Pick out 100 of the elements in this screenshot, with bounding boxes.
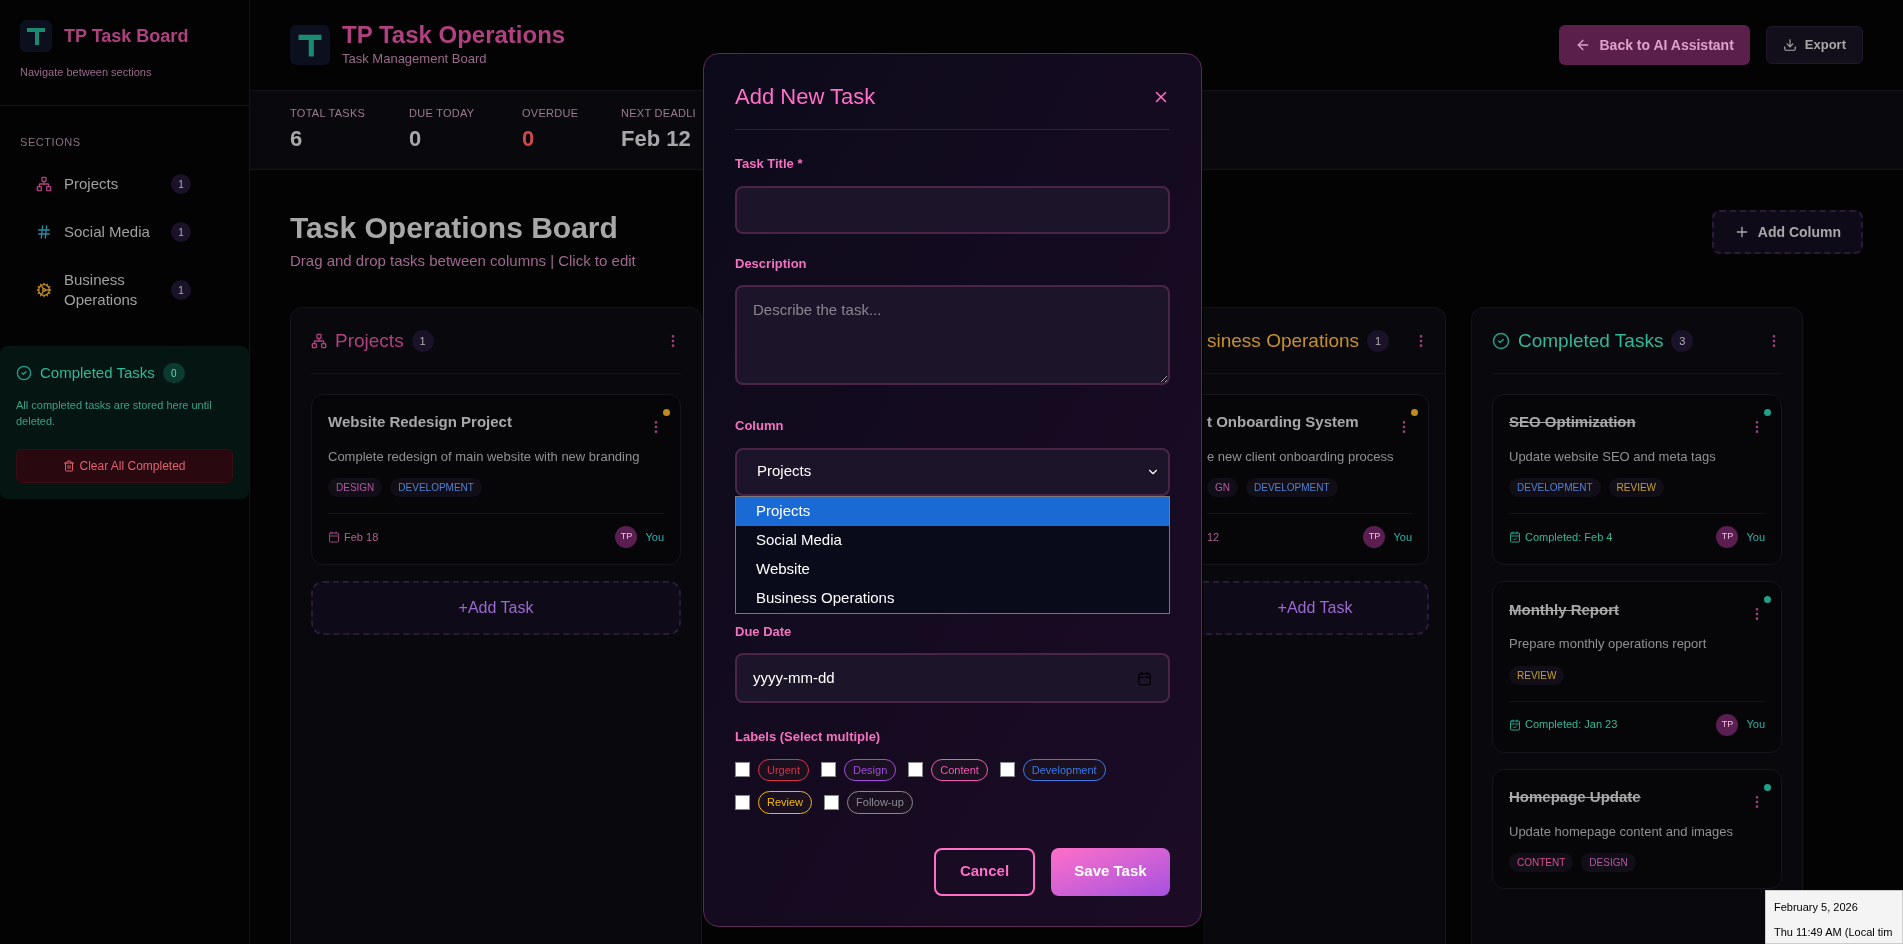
stat-value: 0 [522,124,536,153]
stat-value: 0 [409,124,423,153]
task-title: Monthly Report [1509,599,1619,620]
checkbox[interactable] [999,762,1015,778]
field-label: Column [735,417,785,435]
board-title: Task Operations Board [290,210,619,246]
task-description: Update homepage content and images [1509,822,1735,841]
count-badge: 0 [162,363,185,384]
task-title: t Onboarding System [1207,412,1359,433]
task-card[interactable]: Website Redesign Project Complete redesign of main website with new branding DESIGN DEVELOPMENT Feb 18 TP You [311,393,681,565]
avatar: TP [615,526,638,548]
task-description: Complete redesign of main website with new branding [328,447,641,466]
label-chip: Design [844,758,897,781]
count-badge: 1 [171,280,191,300]
label-chip: Development [1022,758,1106,781]
sidebar-item[interactable]: Projects 1 [0,162,249,206]
add-task-button[interactable]: +Add Task [311,581,681,635]
network-icon [36,176,52,192]
calendar-icon [1137,670,1152,686]
assignee: You [1746,529,1765,545]
dropdown-option[interactable]: Social Media [736,525,1169,555]
tag: REVIEW [1509,665,1565,685]
task-date: Completed: Feb 4 [1525,529,1613,545]
add-task-button[interactable]: +Add Task [1203,581,1429,635]
clear-completed-button[interactable]: Clear All Completed [16,448,233,483]
dropdown-option[interactable]: Projects [736,496,1169,526]
section-heading: SECTIONS [19,134,82,150]
tag: CONTENT [1509,853,1574,872]
task-description: Prepare monthly operations report [1509,635,1708,653]
logo-icon [20,20,52,52]
check-circle-icon [1492,332,1510,350]
stat-label: OVERDUE [522,106,580,122]
dropdown-option[interactable]: Website [736,554,1169,584]
task-card[interactable]: SEO Optimization Update website SEO and meta tags DEVELOPMENT REVIEW Completed: Feb 4 TP You [1492,393,1782,565]
column-title: Completed Tasks [1518,328,1664,353]
dialog-title: Add New Task [735,83,876,111]
board-subtitle: Drag and drop tasks between columns | Click to edit [290,251,636,271]
column-select[interactable]: Projects [735,447,1170,496]
avatar: TP [1716,713,1739,736]
export-button[interactable]: Export [1765,26,1863,64]
stat-label: NEXT DEADLI [621,106,697,122]
calendar-check-icon [1509,718,1521,731]
calendar-icon [328,531,340,543]
field-label: Task Title * [735,155,804,173]
field-label: Due Date [735,622,793,641]
count-badge: 1 [171,222,191,242]
task-date: Feb 18 [344,529,379,545]
gears-icon [36,282,52,298]
stat-value: Feb 12 [621,124,692,153]
tooltip-time: Thu 11:49 AM (Local tim [1774,924,1894,940]
dropdown-option[interactable]: Business Operations [736,583,1169,613]
title-input[interactable] [735,185,1170,234]
checkbox[interactable] [908,762,924,778]
count-badge: 1 [171,174,191,194]
task-title: Homepage Update [1509,787,1641,808]
task-description: Update website SEO and meta tags [1509,447,1717,466]
add-column-button[interactable]: Add Column [1711,210,1863,254]
label-chip: Review [758,791,813,814]
tag: GN [1207,478,1238,497]
sidebar-item[interactable]: Social Media 1 [0,210,249,254]
checkbox[interactable] [735,794,750,810]
description-input[interactable]: Describe the task... [735,285,1170,385]
tag: DEVELOPMENT [390,478,482,497]
assignee: You [645,529,664,545]
back-button[interactable]: Back to AI Assistant [1559,25,1750,65]
tag: DESIGN [1581,853,1636,872]
avatar: TP [1716,526,1739,548]
column-title: siness Operations [1207,328,1360,353]
avatar: TP [1363,526,1386,548]
stat-label: TOTAL TASKS [290,106,367,122]
app-subtitle: Task Management Board [342,50,488,69]
checkbox[interactable] [824,794,840,810]
calendar-check-icon [1509,531,1521,543]
task-description: e new client onboarding process [1207,447,1395,466]
cancel-button[interactable]: Cancel [934,847,1035,896]
count-badge: 1 [411,330,434,352]
task-card[interactable]: Homepage Update Update homepage content and images CONTENT DESIGN [1492,768,1782,889]
download-icon [1782,38,1797,52]
assignee: You [1393,529,1412,545]
label-chip: Content [931,758,988,781]
task-card[interactable]: t Onboarding System e new client onboarding process GN DEVELOPMENT 12 TP You [1203,393,1429,565]
task-card[interactable]: Monthly Report Prepare monthly operations report REVIEW Completed: Jan 23 TP You [1492,581,1782,753]
count-badge: 3 [1671,330,1694,352]
tag: DESIGN [328,478,383,497]
hash-icon [36,224,52,240]
label-chip: Follow-up [847,791,913,814]
task-date: Completed: Jan 23 [1525,717,1618,733]
count-badge: 1 [1367,330,1390,352]
checkbox[interactable] [735,762,750,778]
due-date-input[interactable]: yyyy-mm-dd [735,653,1170,703]
stat-label: DUE TODAY [409,106,476,122]
app-title: TP Task Operations [342,21,566,50]
task-title: SEO Optimization [1509,412,1636,433]
checkbox[interactable] [821,762,837,778]
tooltip-date: February 5, 2026 [1774,900,1859,915]
sidebar-subtitle: Navigate between sections [20,65,153,80]
tag: REVIEW [1608,478,1665,497]
sidebar-item[interactable]: Business Operations 1 [0,258,249,322]
completed-title: Completed Tasks [40,363,155,383]
network-icon [311,333,327,349]
